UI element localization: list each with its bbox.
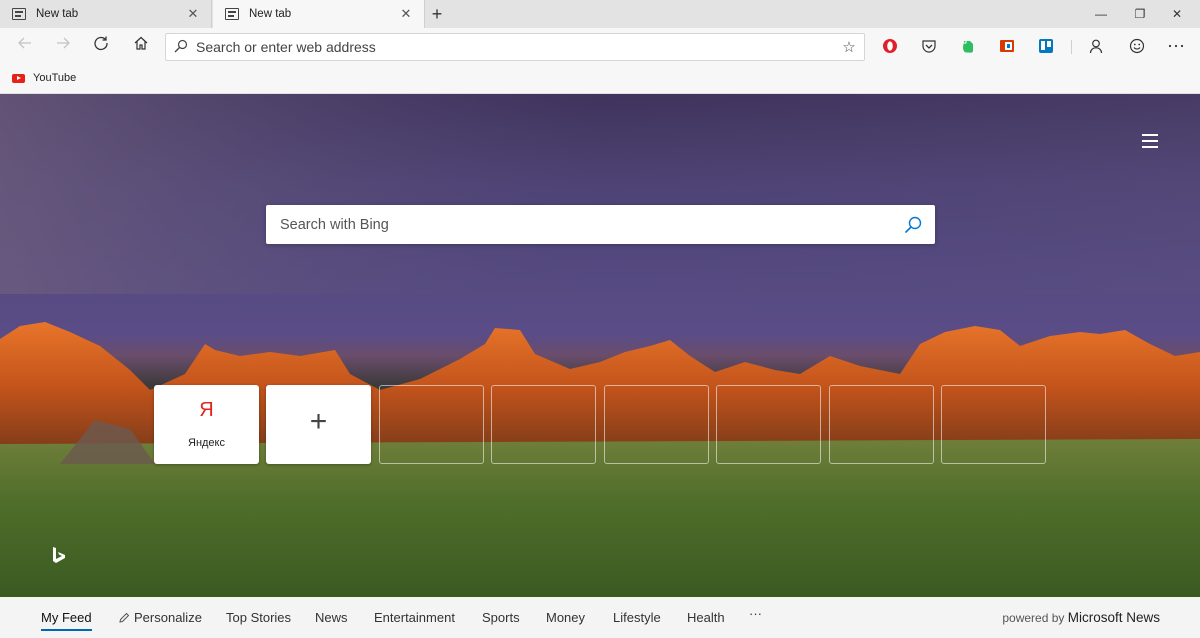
more-icon[interactable] — [1167, 38, 1185, 56]
top-site-label: Яндекс — [188, 437, 225, 449]
tab-label: New tab — [36, 8, 79, 20]
evernote-icon[interactable] — [960, 38, 978, 56]
pencil-icon — [119, 612, 130, 623]
feed-tab-news[interactable]: News — [315, 610, 348, 625]
youtube-icon — [12, 73, 25, 83]
add-site-button[interactable]: + — [266, 385, 371, 464]
empty-tile — [716, 385, 821, 464]
hamburger-icon[interactable] — [1142, 134, 1158, 148]
bing-logo[interactable] — [52, 546, 66, 564]
refresh-icon[interactable] — [88, 35, 114, 59]
bing-search-box[interactable] — [266, 205, 935, 244]
empty-tile — [379, 385, 484, 464]
feed-tab-personalize[interactable]: Personalize — [118, 610, 202, 625]
top-site-yandex[interactable]: Я Яндекс — [154, 385, 259, 464]
empty-tile — [941, 385, 1046, 464]
tab-1[interactable]: New tab ✕ — [0, 0, 212, 28]
search-icon — [166, 39, 196, 56]
feed-tab-top-stories[interactable]: Top Stories — [226, 610, 291, 625]
browser-window: New tab ✕ New tab ✕ + — ❐ ✕ Search or en… — [0, 0, 1200, 638]
feed-tab-health[interactable]: Health — [687, 610, 725, 625]
back-icon[interactable] — [12, 35, 38, 59]
bing-search-input[interactable] — [266, 216, 891, 233]
pocket-icon[interactable] — [921, 38, 939, 56]
opera-icon[interactable] — [882, 38, 900, 56]
feed-tab-label: Personalize — [134, 610, 202, 625]
new-tab-button[interactable]: + — [426, 3, 448, 25]
tab-close-icon[interactable]: ✕ — [398, 6, 414, 22]
empty-tile — [829, 385, 934, 464]
office-icon[interactable] — [999, 38, 1017, 56]
tab-close-icon[interactable]: ✕ — [185, 6, 201, 22]
forward-icon[interactable] — [50, 35, 76, 59]
profile-icon[interactable] — [1088, 38, 1106, 56]
address-bar[interactable]: ☆ — [165, 33, 865, 61]
new-tab-page: Я Яндекс + — [0, 94, 1200, 597]
feed-tab-entertainment[interactable]: Entertainment — [374, 610, 455, 625]
favorites-bar: YouTube — [0, 66, 1200, 94]
feed-tab-sports[interactable]: Sports — [482, 610, 520, 625]
newtab-favicon-icon — [225, 8, 239, 20]
feed-tab-money[interactable]: Money — [546, 610, 585, 625]
tab-label: New tab — [249, 8, 292, 20]
newtab-favicon-icon — [12, 8, 26, 20]
tab-2[interactable]: New tab ✕ — [213, 0, 425, 28]
address-input[interactable] — [196, 39, 834, 55]
powered-brand: Microsoft News — [1067, 610, 1160, 625]
plus-icon: + — [309, 405, 328, 438]
powered-by[interactable]: powered by Microsoft News — [1002, 610, 1160, 625]
feed-tab-lifestyle[interactable]: Lifestyle — [613, 610, 661, 625]
favorite-label: YouTube — [33, 72, 77, 84]
search-icon[interactable] — [891, 205, 935, 244]
toolbar-divider — [1071, 40, 1072, 54]
feed-bar: My Feed Personalize Top Stories News Ent… — [0, 597, 1200, 638]
background-image — [0, 94, 1200, 597]
title-bar: New tab ✕ New tab ✕ + — ❐ ✕ — [0, 0, 1200, 28]
star-icon[interactable]: ☆ — [834, 38, 864, 56]
yandex-logo-icon: Я — [199, 399, 214, 421]
navigation-bar: ☆ — [0, 28, 1200, 66]
favorite-youtube[interactable]: YouTube — [12, 72, 76, 84]
empty-tile — [491, 385, 596, 464]
feed-more-button[interactable]: ··· — [749, 606, 762, 621]
trello-icon[interactable] — [1038, 38, 1056, 56]
empty-tile — [604, 385, 709, 464]
powered-prefix: powered by — [1002, 611, 1065, 625]
emoji-icon[interactable] — [1129, 38, 1147, 56]
home-icon[interactable] — [128, 35, 154, 59]
close-window-button[interactable]: ✕ — [1154, 0, 1200, 28]
feed-tab-my-feed[interactable]: My Feed — [41, 610, 92, 631]
